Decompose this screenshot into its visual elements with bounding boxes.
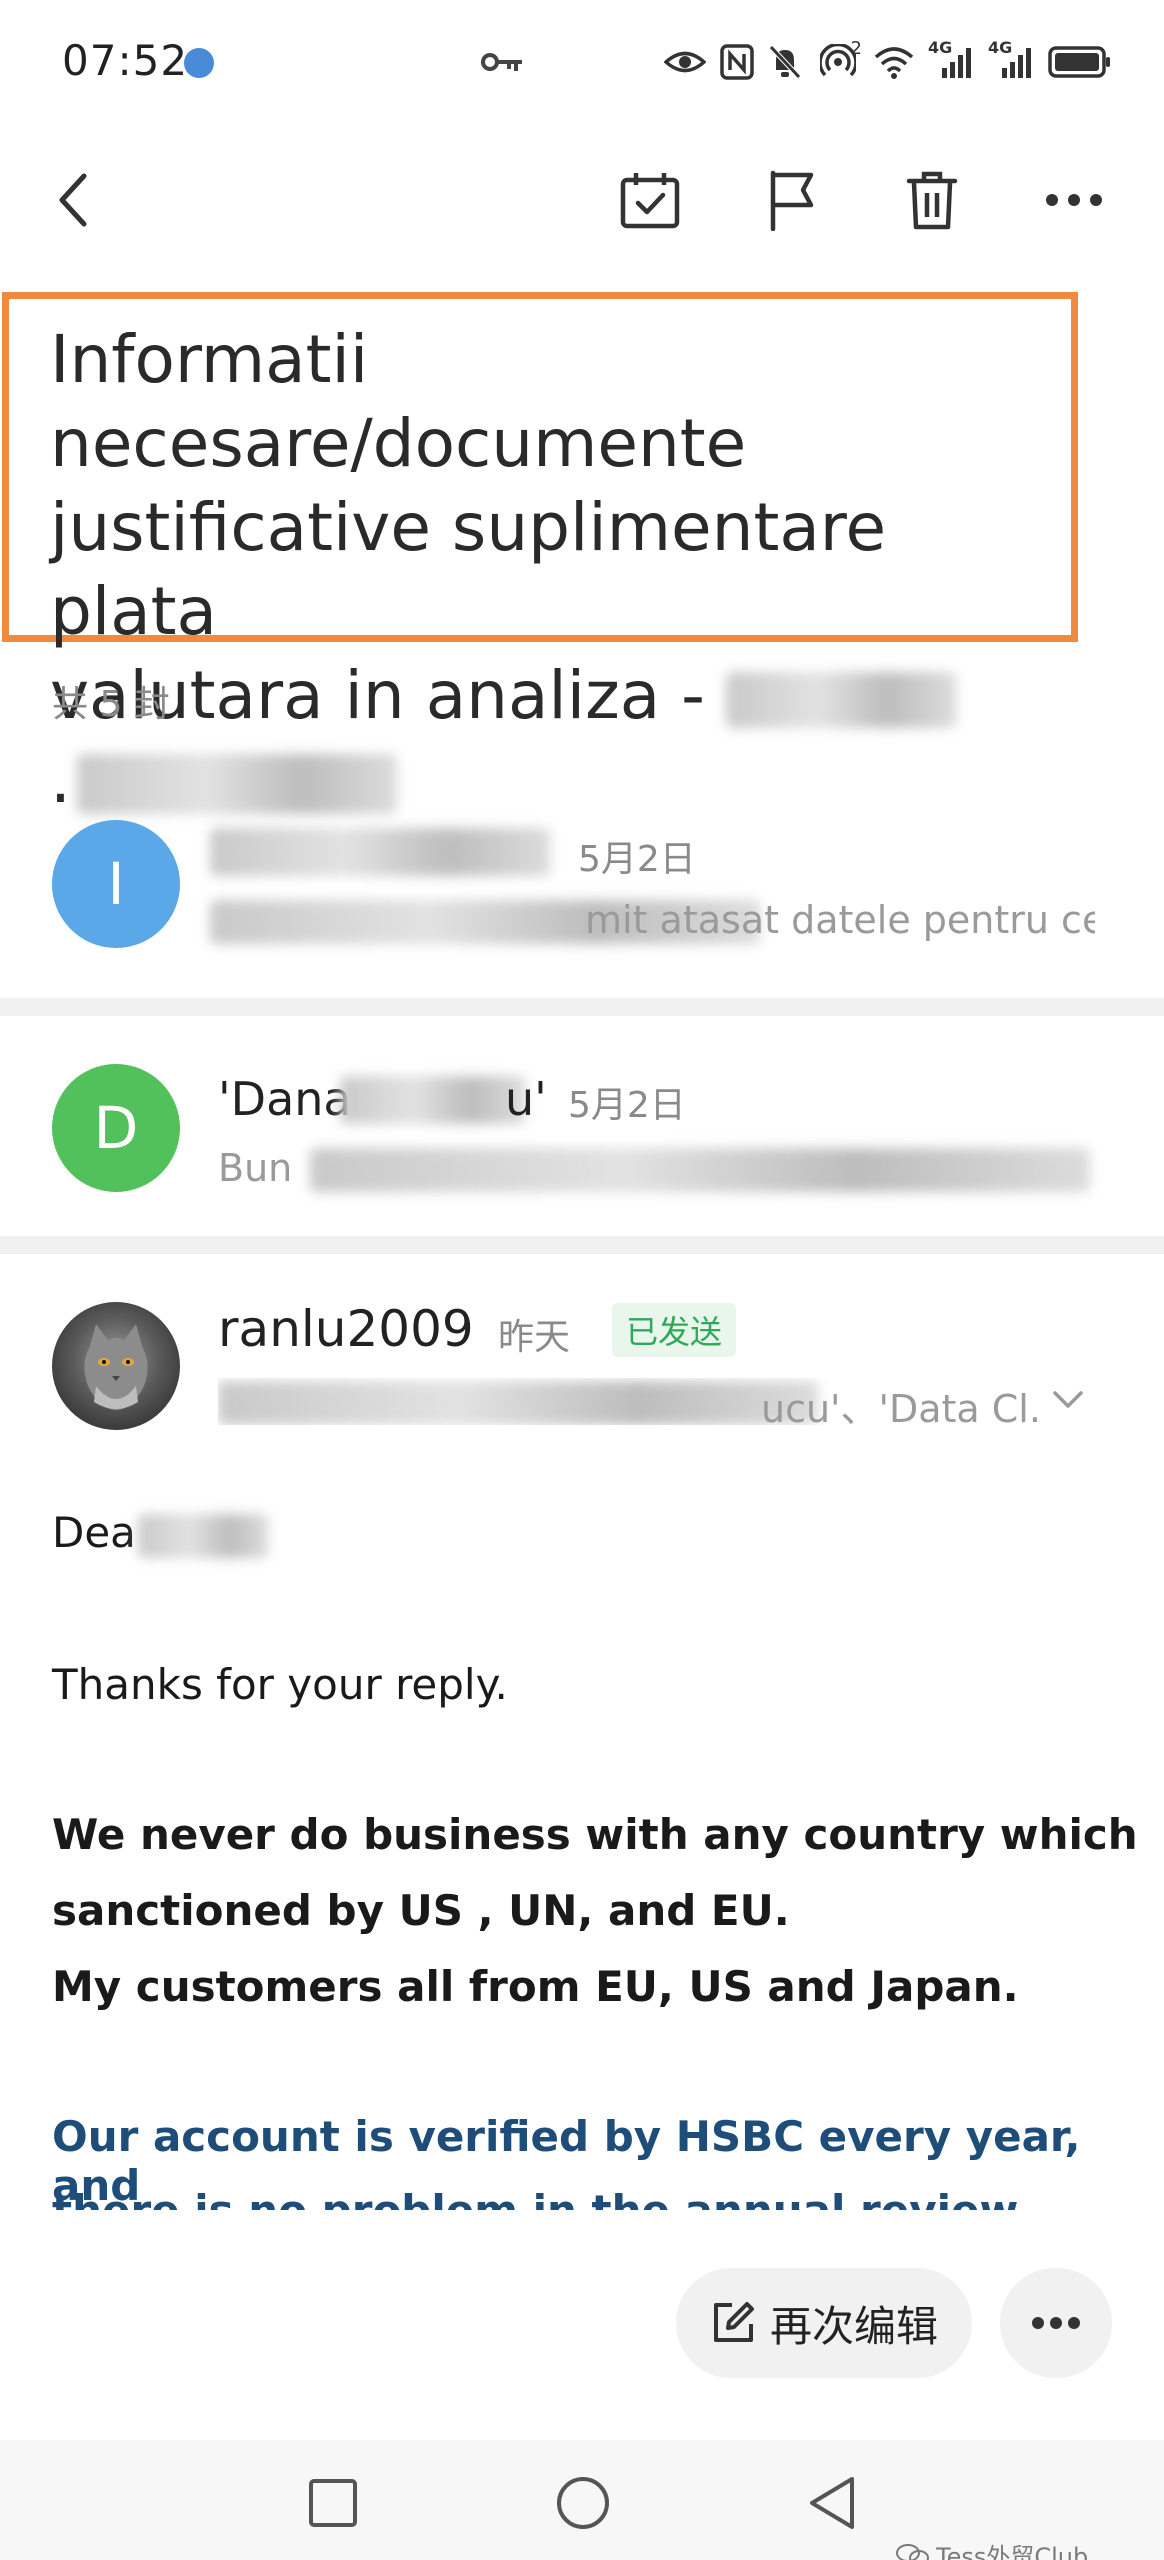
thread-divider — [0, 1236, 1164, 1254]
key-icon — [481, 53, 522, 71]
back-button[interactable] — [34, 160, 114, 240]
message-more-button[interactable] — [1000, 2268, 1112, 2378]
watermark: Tess外贸Club — [896, 2537, 1088, 2560]
mail-toolbar — [0, 140, 1164, 250]
edit-icon — [713, 2302, 754, 2342]
mute-bell-icon — [769, 45, 801, 79]
thread-divider — [0, 998, 1164, 1016]
current-sender: ranlu2009 — [218, 1300, 474, 1358]
hotspot-icon: 2 — [816, 38, 862, 80]
trash-icon — [906, 171, 958, 230]
message-snippet: mit atasat datele pentru cel... — [585, 898, 1095, 942]
edit-again-label: 再次编辑 — [769, 2301, 938, 2351]
body-bold-line-1: We never do business with any country wh… — [52, 1810, 1138, 1859]
more-icon — [1032, 2317, 1080, 2329]
wifi-icon — [874, 47, 914, 79]
sender-avatar — [52, 1302, 180, 1430]
recipients-line[interactable]: ucu'、'Data Cl... — [218, 1378, 1038, 1425]
body-clip: there is no problem in the annual review — [0, 2186, 1164, 2210]
subject-line-1: Informatii necesare/documente — [50, 321, 747, 482]
thread-message-2[interactable]: D 'Dana u' 5月2日 Bun — [0, 1016, 1164, 1226]
redacted-snippet — [310, 1148, 1090, 1192]
recent-apps-button[interactable] — [298, 2468, 368, 2538]
status-time: 07:52 — [62, 36, 189, 85]
thread-message-1[interactable]: I 5月2日 mit atasat datele pentru cel... — [0, 790, 1164, 980]
subject-line-2: justificative suplimentare plata — [50, 489, 887, 650]
body-text-line-1: Thanks for your reply. — [52, 1660, 508, 1709]
subject-line-3: valutara in analiza - — [50, 654, 1060, 738]
square-icon — [309, 2479, 357, 2527]
flag-icon — [770, 170, 814, 231]
thread-count: 共 5 封 — [52, 684, 170, 725]
avatar: I — [52, 820, 180, 948]
redacted-sender — [210, 828, 550, 876]
body-bold-line-3: My customers all from EU, US and Japan. — [52, 1962, 1019, 2011]
redacted-recipients — [218, 1380, 818, 1425]
flag-button[interactable] — [752, 160, 832, 240]
redacted-text — [725, 671, 956, 728]
message-date: 5月2日 — [568, 1085, 686, 1126]
home-button[interactable] — [548, 2468, 618, 2538]
redacted-sender — [340, 1076, 525, 1124]
more-options-button[interactable] — [1034, 160, 1114, 240]
message-sender: 'Dana — [218, 1072, 352, 1126]
greeting-text: Dea — [52, 1508, 136, 1557]
circle-icon — [557, 2477, 609, 2529]
todo-icon — [620, 173, 680, 229]
wechat-icon — [896, 2543, 929, 2560]
email-subject: Informatii necesare/documente justificat… — [50, 318, 1060, 822]
back-nav-button[interactable] — [796, 2468, 866, 2538]
signal-icon-2: 4G — [988, 38, 1034, 80]
chevron-down-icon[interactable] — [1052, 1390, 1084, 1410]
signal-icon-1: 4G — [928, 38, 974, 80]
sent-status-badge: 已发送 — [612, 1303, 737, 1357]
delete-button[interactable] — [892, 160, 972, 240]
add-todo-button[interactable] — [610, 160, 690, 240]
current-date: 昨天 — [498, 1317, 571, 1358]
hotspot-count: 2 — [850, 38, 862, 59]
triangle-back-icon — [810, 2477, 854, 2529]
recipients-text: ucu'、'Data Cl... — [761, 1387, 1038, 1425]
body-bold-line-2: sanctioned by US , UN, and EU. — [52, 1886, 790, 1935]
message-sender-tail: u' — [505, 1072, 547, 1126]
more-icon — [1046, 194, 1102, 206]
nfc-icon — [720, 44, 754, 80]
back-icon — [59, 173, 87, 227]
battery-icon — [1048, 46, 1110, 78]
greeting: Dea — [52, 1508, 268, 1558]
body-blue-line-2: there is no problem in the annual review — [52, 2186, 1018, 2210]
avatar: D — [52, 1064, 180, 1192]
message-date: 5月2日 — [578, 839, 696, 880]
app-notification-icon — [184, 48, 214, 78]
status-icons: 2 4G 4G — [664, 38, 1112, 86]
eye-icon — [664, 51, 706, 73]
status-bar: 07:52 2 4G 4G — [0, 0, 1164, 125]
watermark-text: Tess外贸Club — [936, 2543, 1089, 2560]
edit-again-button[interactable]: 再次编辑 — [676, 2268, 972, 2378]
cat-avatar-icon — [84, 1324, 148, 1410]
message-snippet: Bun — [218, 1146, 293, 1190]
redacted-name — [137, 1513, 268, 1558]
